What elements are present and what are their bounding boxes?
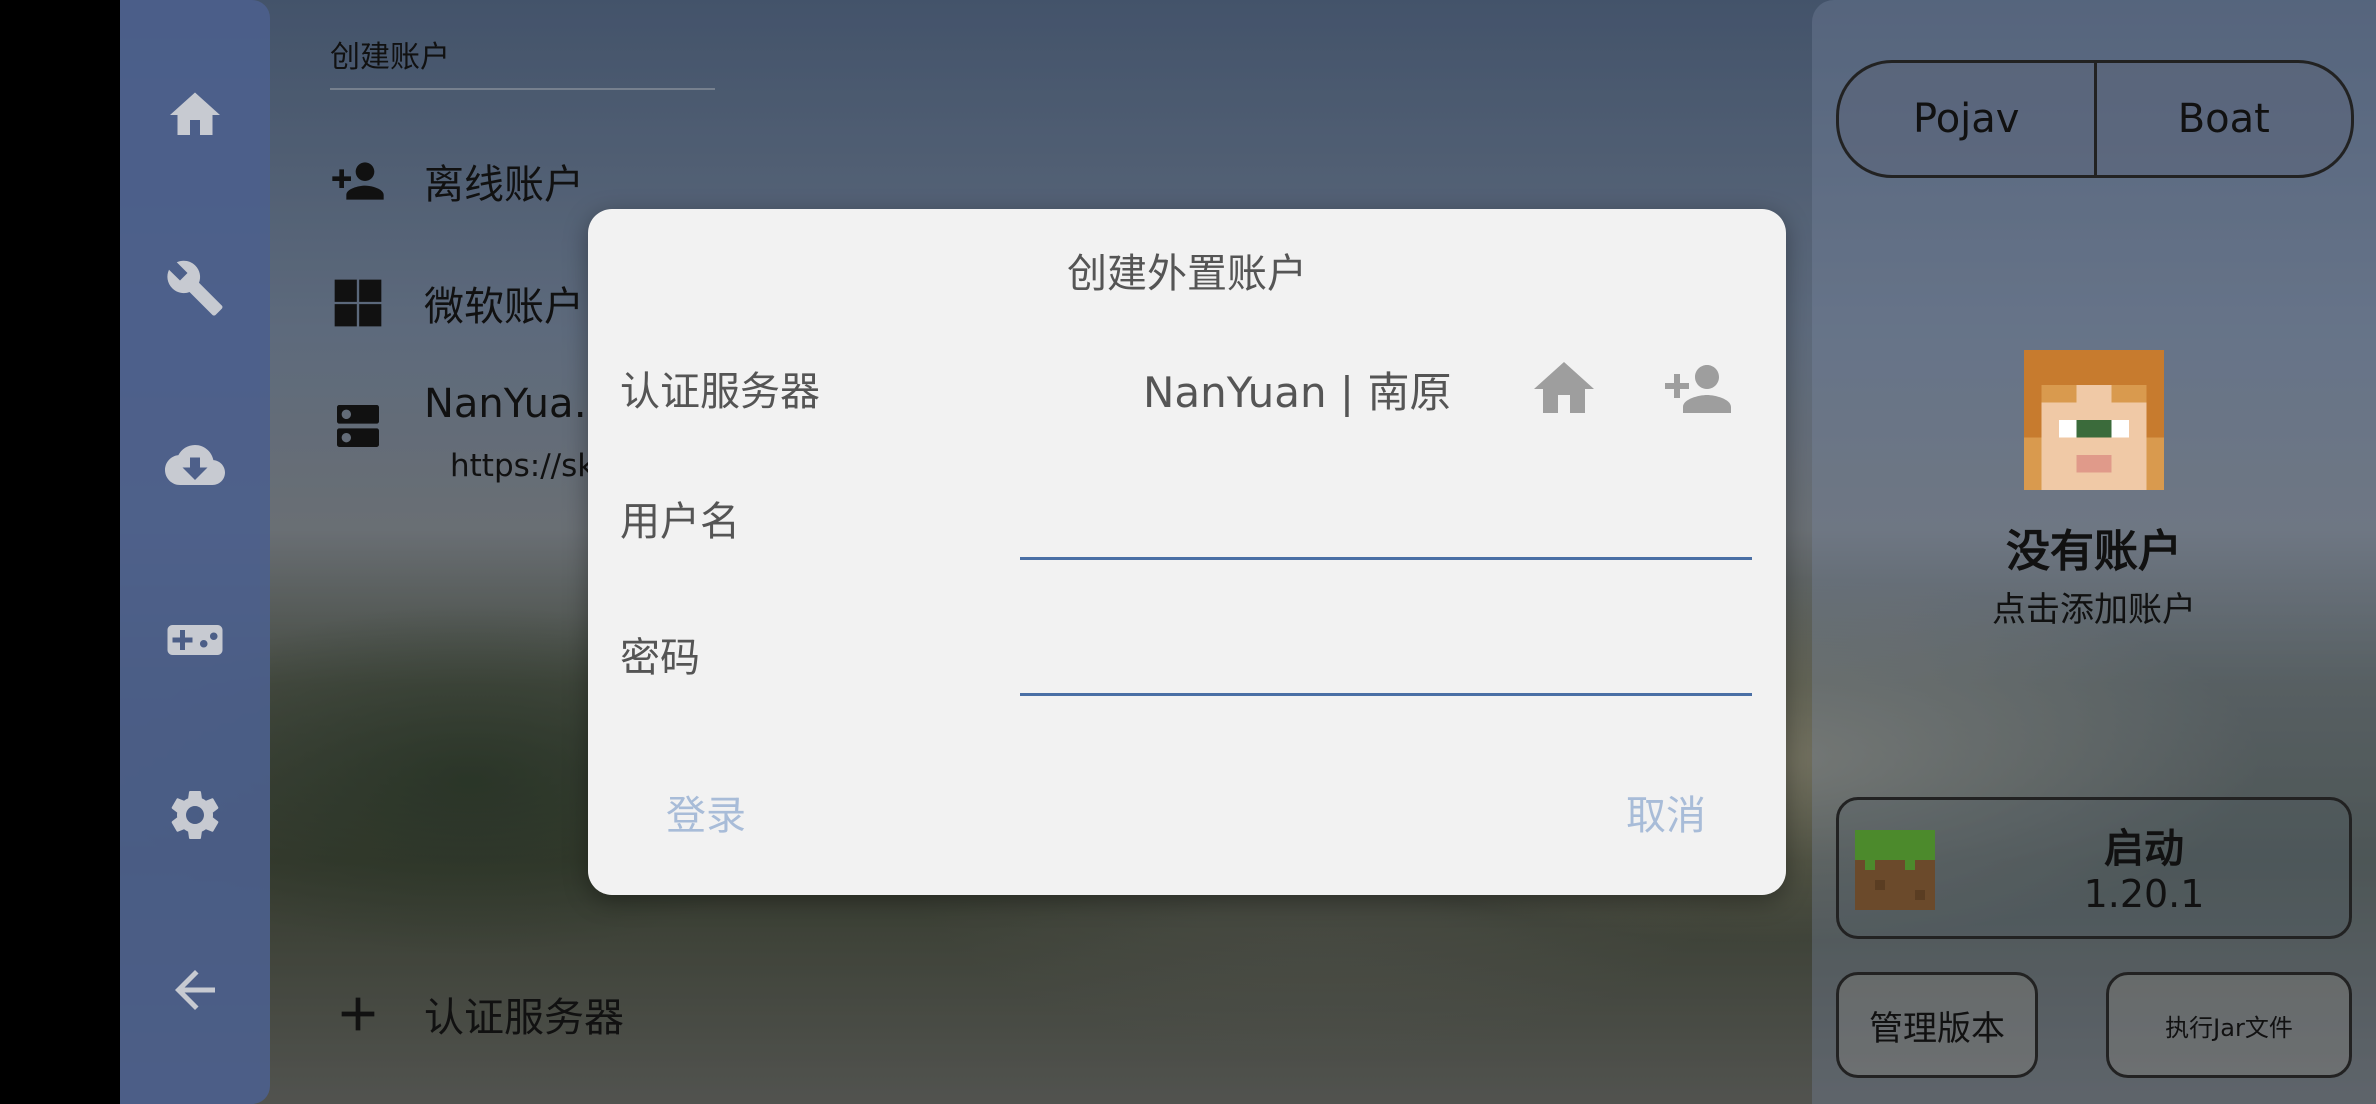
auth-server-label: 认证服务器 — [620, 369, 820, 415]
nav-rail — [120, 0, 270, 1104]
grass-block-icon — [1855, 830, 1935, 910]
auth-server-select[interactable]: NanYuan | 南原 — [1143, 359, 1451, 420]
create-external-account-dialog: 创建外置账户 认证服务器 NanYuan | 南原 用户名 密码 登录 取消 — [588, 209, 1786, 895]
add-auth-server-item[interactable]: 认证服务器 — [330, 985, 624, 1043]
cloud-download-icon[interactable] — [165, 435, 225, 495]
divider — [330, 88, 715, 90]
password-field[interactable] — [1020, 631, 1752, 696]
avatar[interactable] — [2024, 350, 2164, 490]
add-person-icon — [330, 153, 386, 209]
offline-account-item[interactable]: 离线账户 — [330, 152, 584, 210]
username-label: 用户名 — [620, 499, 740, 545]
offline-account-label: 离线账户 — [424, 162, 584, 208]
dialog-title: 创建外置账户 — [1067, 251, 1307, 297]
tab-boat[interactable]: Boat — [2093, 63, 2352, 175]
gear-icon[interactable] — [165, 785, 225, 845]
password-label: 密码 — [620, 635, 700, 681]
launch-label: 启动 — [2104, 826, 2184, 872]
server-icon — [330, 398, 386, 454]
launch-version: 1.20.1 — [2083, 872, 2205, 916]
gamepad-icon[interactable] — [165, 610, 225, 670]
cancel-button[interactable]: 取消 — [1626, 783, 1706, 841]
plus-icon — [330, 986, 386, 1042]
login-button[interactable]: 登录 — [666, 783, 746, 841]
username-field[interactable] — [1020, 495, 1752, 560]
auth-server-account-item[interactable]: NanYua… https://skin — [330, 381, 623, 484]
right-panel: Pojav Boat 没有账户 点击添加账户 启动 1.20.1 管理版本 执行… — [1812, 0, 2376, 1104]
no-account-title[interactable]: 没有账户 — [1812, 515, 2376, 579]
launcher-toggle: Pojav Boat — [1836, 60, 2354, 178]
microsoft-account-item[interactable]: 微软账户 — [330, 274, 584, 332]
launch-button[interactable]: 启动 1.20.1 — [1836, 797, 2352, 939]
account-panel-title: 创建账户 — [330, 40, 450, 75]
server-account-name: NanYua… — [424, 381, 614, 427]
run-jar-button[interactable]: 执行Jar文件 — [2106, 972, 2352, 1078]
windows-logo-icon — [330, 275, 386, 331]
add-person-icon[interactable] — [1662, 353, 1734, 425]
wrench-icon[interactable] — [165, 258, 225, 318]
manage-versions-button[interactable]: 管理版本 — [1836, 972, 2038, 1078]
tab-pojav[interactable]: Pojav — [1839, 63, 2094, 175]
tap-add-account-hint[interactable]: 点击添加账户 — [1812, 582, 2376, 631]
home-icon[interactable] — [165, 85, 225, 145]
back-arrow-icon[interactable] — [165, 960, 225, 1020]
home-icon[interactable] — [1528, 353, 1600, 425]
add-auth-server-label: 认证服务器 — [424, 995, 624, 1041]
microsoft-account-label: 微软账户 — [424, 284, 584, 330]
